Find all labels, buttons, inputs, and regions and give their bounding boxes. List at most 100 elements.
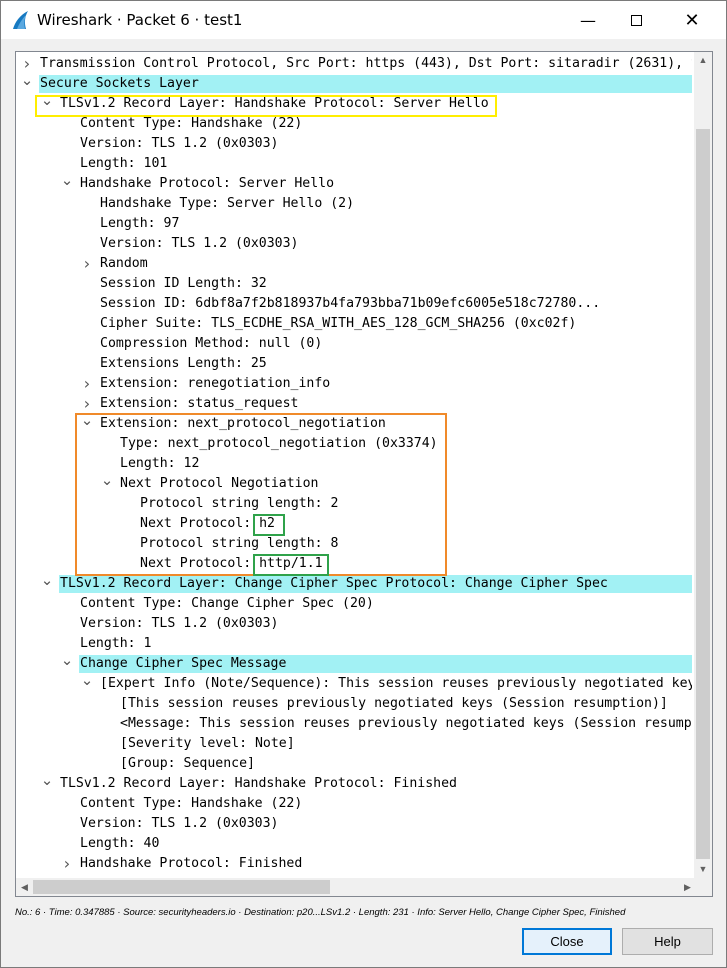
tree-row-label: [Expert Info (Note/Sequence): This sessi… [100,676,692,691]
tree-row[interactable]: [This session reuses previously negotiat… [16,694,692,714]
scrollbar-corner [694,878,712,896]
tree-row[interactable]: Next Protocol: http/1.1 [16,554,692,574]
window-title: Wireshark · Packet 6 · test1 [37,11,243,29]
vertical-scrollbar[interactable]: ▲ ▼ [694,52,712,878]
chevron-down-icon[interactable]: ⌄ [40,574,54,594]
vertical-scroll-thumb[interactable] [696,129,710,859]
tree-row[interactable]: ⌄ [Expert Info (Note/Sequence): This sess… [16,674,692,694]
tree-row-label: Handshake Protocol: Server Hello [80,176,335,191]
chevron-down-icon[interactable]: ⌄ [60,174,74,194]
minimize-button[interactable]: — [565,1,611,39]
tree-row-label: Next Protocol Negotiation [120,476,319,491]
tree-row-label: Transmission Control Protocol, Src Port:… [40,56,692,71]
horizontal-scrollbar[interactable]: ◀ ▶ [16,878,696,896]
tree-row[interactable]: Content Type: Change Cipher Spec (20) [16,594,692,614]
tree-row-label: Extension: renegotiation_info [100,376,331,391]
tree-row-label: Content Type: Handshake (22) [80,116,303,131]
tree-row[interactable]: ⌄ Handshake Protocol: Server Hello [16,174,692,194]
tree-row[interactable]: Length: 101 [16,154,692,174]
chevron-right-icon[interactable]: › [60,854,74,874]
chevron-down-icon[interactable]: ⌄ [100,474,114,494]
packet-details-tree[interactable]: › Transmission Control Protocol, Src Port… [15,51,713,897]
chevron-right-icon[interactable]: › [80,394,94,414]
tree-row[interactable]: Version: TLS 1.2 (0x0303) [16,614,692,634]
close-window-button[interactable]: ✕ [669,1,715,39]
chevron-down-icon[interactable]: ⌄ [80,674,94,694]
tree-row[interactable]: Extensions Length: 25 [16,354,692,374]
scroll-up-icon[interactable]: ▲ [694,52,712,69]
tree-row-label: Next Protocol: h2 [140,516,275,531]
tree-row[interactable]: Session ID: 6dbf8a7f2b818937b4fa793bba71… [16,294,692,314]
tree-row-label: Session ID: 6dbf8a7f2b818937b4fa793bba71… [100,296,601,311]
tree-row[interactable]: ⌄ Next Protocol Negotiation [16,474,692,494]
tree-row-label: Protocol string length: 2 [140,496,339,511]
chevron-down-icon[interactable]: ⌄ [40,94,54,114]
tree-row[interactable]: › Handshake Protocol: Finished [16,854,692,874]
help-button[interactable]: Help [622,928,713,955]
tree-row[interactable]: Next Protocol: h2 [16,514,692,534]
tree-row[interactable]: Length: 97 [16,214,692,234]
chevron-right-icon[interactable]: › [80,374,94,394]
tree-row[interactable]: Content Type: Handshake (22) [16,794,692,814]
tree-row-label: TLSv1.2 Record Layer: Change Cipher Spec… [60,576,608,591]
wireshark-fin-icon [13,11,28,29]
chevron-right-icon[interactable]: › [20,54,34,74]
tree-row-label: Protocol string length: 8 [140,536,339,551]
tree-row[interactable]: Length: 40 [16,834,692,854]
horizontal-scroll-thumb[interactable] [33,880,330,894]
chevron-down-icon[interactable]: ⌄ [60,654,74,674]
close-icon: ✕ [684,9,700,31]
tree-row[interactable]: [Group: Sequence] [16,754,692,774]
tree-row[interactable]: › Extension: status_request [16,394,692,414]
tree-row[interactable]: Version: TLS 1.2 (0x0303) [16,234,692,254]
title-bar[interactable]: Wireshark · Packet 6 · test1 — ✕ [1,1,726,39]
tree-row-label: Type: next_protocol_negotiation (0x3374) [120,436,438,451]
tree-row-label: Change Cipher Spec Message [80,656,287,671]
tree-row[interactable]: ⌄ TLSv1.2 Record Layer: Handshake Protoco… [16,774,692,794]
tree-row[interactable]: Length: 12 [16,454,692,474]
tree-row[interactable]: Compression Method: null (0) [16,334,692,354]
tree-row[interactable]: ⌄ TLSv1.2 Record Layer: Change Cipher Spe… [16,574,692,594]
tree-row[interactable]: Cipher Suite: TLS_ECDHE_RSA_WITH_AES_128… [16,314,692,334]
tree-row[interactable]: Version: TLS 1.2 (0x0303) [16,814,692,834]
tree-row-label: Compression Method: null (0) [100,336,323,351]
chevron-down-icon[interactable]: ⌄ [20,74,34,94]
tree-row[interactable]: [Severity level: Note] [16,734,692,754]
tree-row[interactable]: Protocol string length: 8 [16,534,692,554]
maximize-button[interactable] [613,1,659,39]
tree-row[interactable]: <Message: This session reuses previously… [16,714,692,734]
tree-row[interactable]: › Extension: renegotiation_info [16,374,692,394]
scroll-left-icon[interactable]: ◀ [16,878,33,896]
tree-row[interactable]: › Transmission Control Protocol, Src Port… [16,54,692,74]
tree-row[interactable]: Handshake Type: Server Hello (2) [16,194,692,214]
tree-row[interactable]: Type: next_protocol_negotiation (0x3374) [16,434,692,454]
tree-row[interactable]: Protocol string length: 2 [16,494,692,514]
tree-row[interactable]: Content Type: Handshake (22) [16,114,692,134]
packet-dialog-window: Wireshark · Packet 6 · test1 — ✕ › Transm… [0,0,727,968]
tree-row-label: Extension: status_request [100,396,299,411]
tree-row-label: Content Type: Change Cipher Spec (20) [80,596,374,611]
tree-row-label: Length: 40 [80,836,160,851]
tree-row-label: Length: 101 [80,156,168,171]
tree-row[interactable]: Length: 1 [16,634,692,654]
chevron-right-icon[interactable]: › [80,254,94,274]
tree-row-label: TLSv1.2 Record Layer: Handshake Protocol… [60,96,489,111]
chevron-down-icon[interactable]: ⌄ [40,774,54,794]
tree-row[interactable]: Version: TLS 1.2 (0x0303) [16,134,692,154]
chevron-down-icon[interactable]: ⌄ [80,414,94,434]
close-button[interactable]: Close [522,928,612,955]
tree-row[interactable]: ⌄ Change Cipher Spec Message [16,654,692,674]
tree-row-label: Length: 97 [100,216,180,231]
tree-row[interactable]: › Random [16,254,692,274]
tree-row[interactable]: ⌄ Secure Sockets Layer [16,74,692,94]
tree-row[interactable]: ⌄ TLSv1.2 Record Layer: Handshake Protoco… [16,94,692,114]
tree-row-label: Version: TLS 1.2 (0x0303) [80,816,279,831]
tree-row-label: Handshake Protocol: Finished [80,856,303,871]
scroll-down-icon[interactable]: ▼ [694,861,712,878]
tree-row-label: Handshake Type: Server Hello (2) [100,196,355,211]
tree-row-label: Extension: next_protocol_negotiation [100,416,386,431]
tree-row[interactable]: ⌄ Extension: next_protocol_negotiation [16,414,692,434]
tree-row-label: <Message: This session reuses previously… [120,716,692,731]
tree-row[interactable]: Session ID Length: 32 [16,274,692,294]
tree-row-label: Version: TLS 1.2 (0x0303) [80,136,279,151]
